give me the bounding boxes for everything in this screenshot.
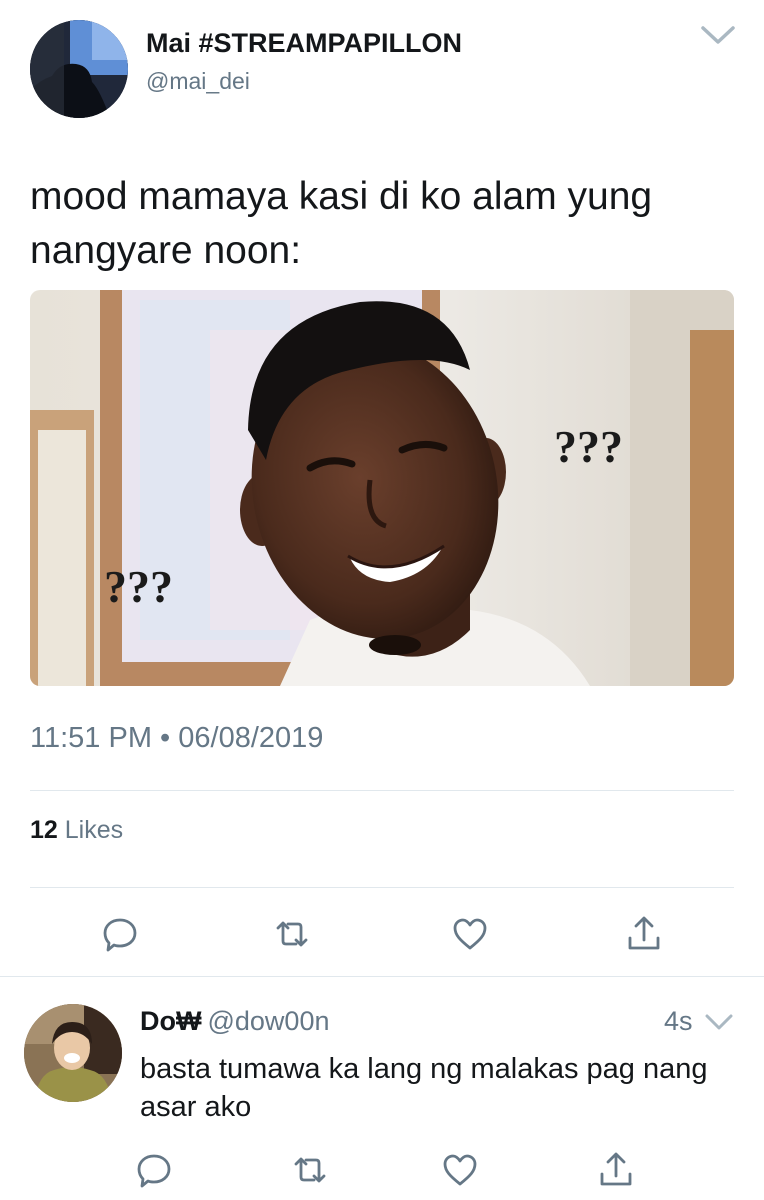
reply-icon[interactable] (100, 914, 140, 954)
tweet-time: 11:51 PM (30, 722, 152, 754)
tweet-timestamp[interactable]: 11:51 PM • 06/08/2019 (30, 722, 323, 755)
retweet-icon[interactable] (272, 914, 312, 954)
reply-header: Do₩ @dow00n (140, 1006, 329, 1037)
divider (30, 887, 734, 888)
media-question-marks-right: ??? (554, 421, 623, 472)
chevron-down-icon[interactable] (700, 24, 736, 46)
author-avatar[interactable] (30, 20, 128, 118)
reply-text: basta tumawa ka lang ng malakas pag nang… (140, 1053, 708, 1123)
tweet-text: mood mamaya kasi di ko alam yung nangyar… (30, 175, 653, 272)
chevron-down-icon[interactable] (704, 1012, 734, 1032)
like-icon[interactable] (440, 1150, 480, 1190)
reply-time[interactable]: 4s (664, 1006, 693, 1037)
retweet-icon[interactable] (290, 1150, 330, 1190)
author-display-name[interactable]: Mai #STREAMPAPILLON (146, 28, 462, 59)
timestamp-separator: • (160, 722, 171, 754)
likes-stat[interactable]: 12 Likes (30, 816, 123, 845)
share-icon[interactable] (624, 914, 664, 954)
author-handle[interactable]: @mai_dei (146, 68, 250, 95)
section-divider (0, 976, 764, 977)
reply-handle[interactable]: @dow00n (207, 1006, 329, 1036)
share-icon[interactable] (596, 1150, 636, 1190)
media-question-marks-left: ??? (104, 561, 173, 612)
tweet-date: 06/08/2019 (178, 722, 324, 754)
like-icon[interactable] (450, 914, 490, 954)
reply-author-avatar[interactable] (24, 1004, 122, 1102)
reply-display-name[interactable]: Do₩ (140, 1006, 201, 1036)
divider (30, 790, 734, 791)
tweet-media-image[interactable]: ??? ??? (30, 290, 734, 686)
reply-icon[interactable] (134, 1150, 174, 1190)
likes-count: 12 (30, 816, 58, 844)
likes-label: Likes (64, 816, 124, 844)
